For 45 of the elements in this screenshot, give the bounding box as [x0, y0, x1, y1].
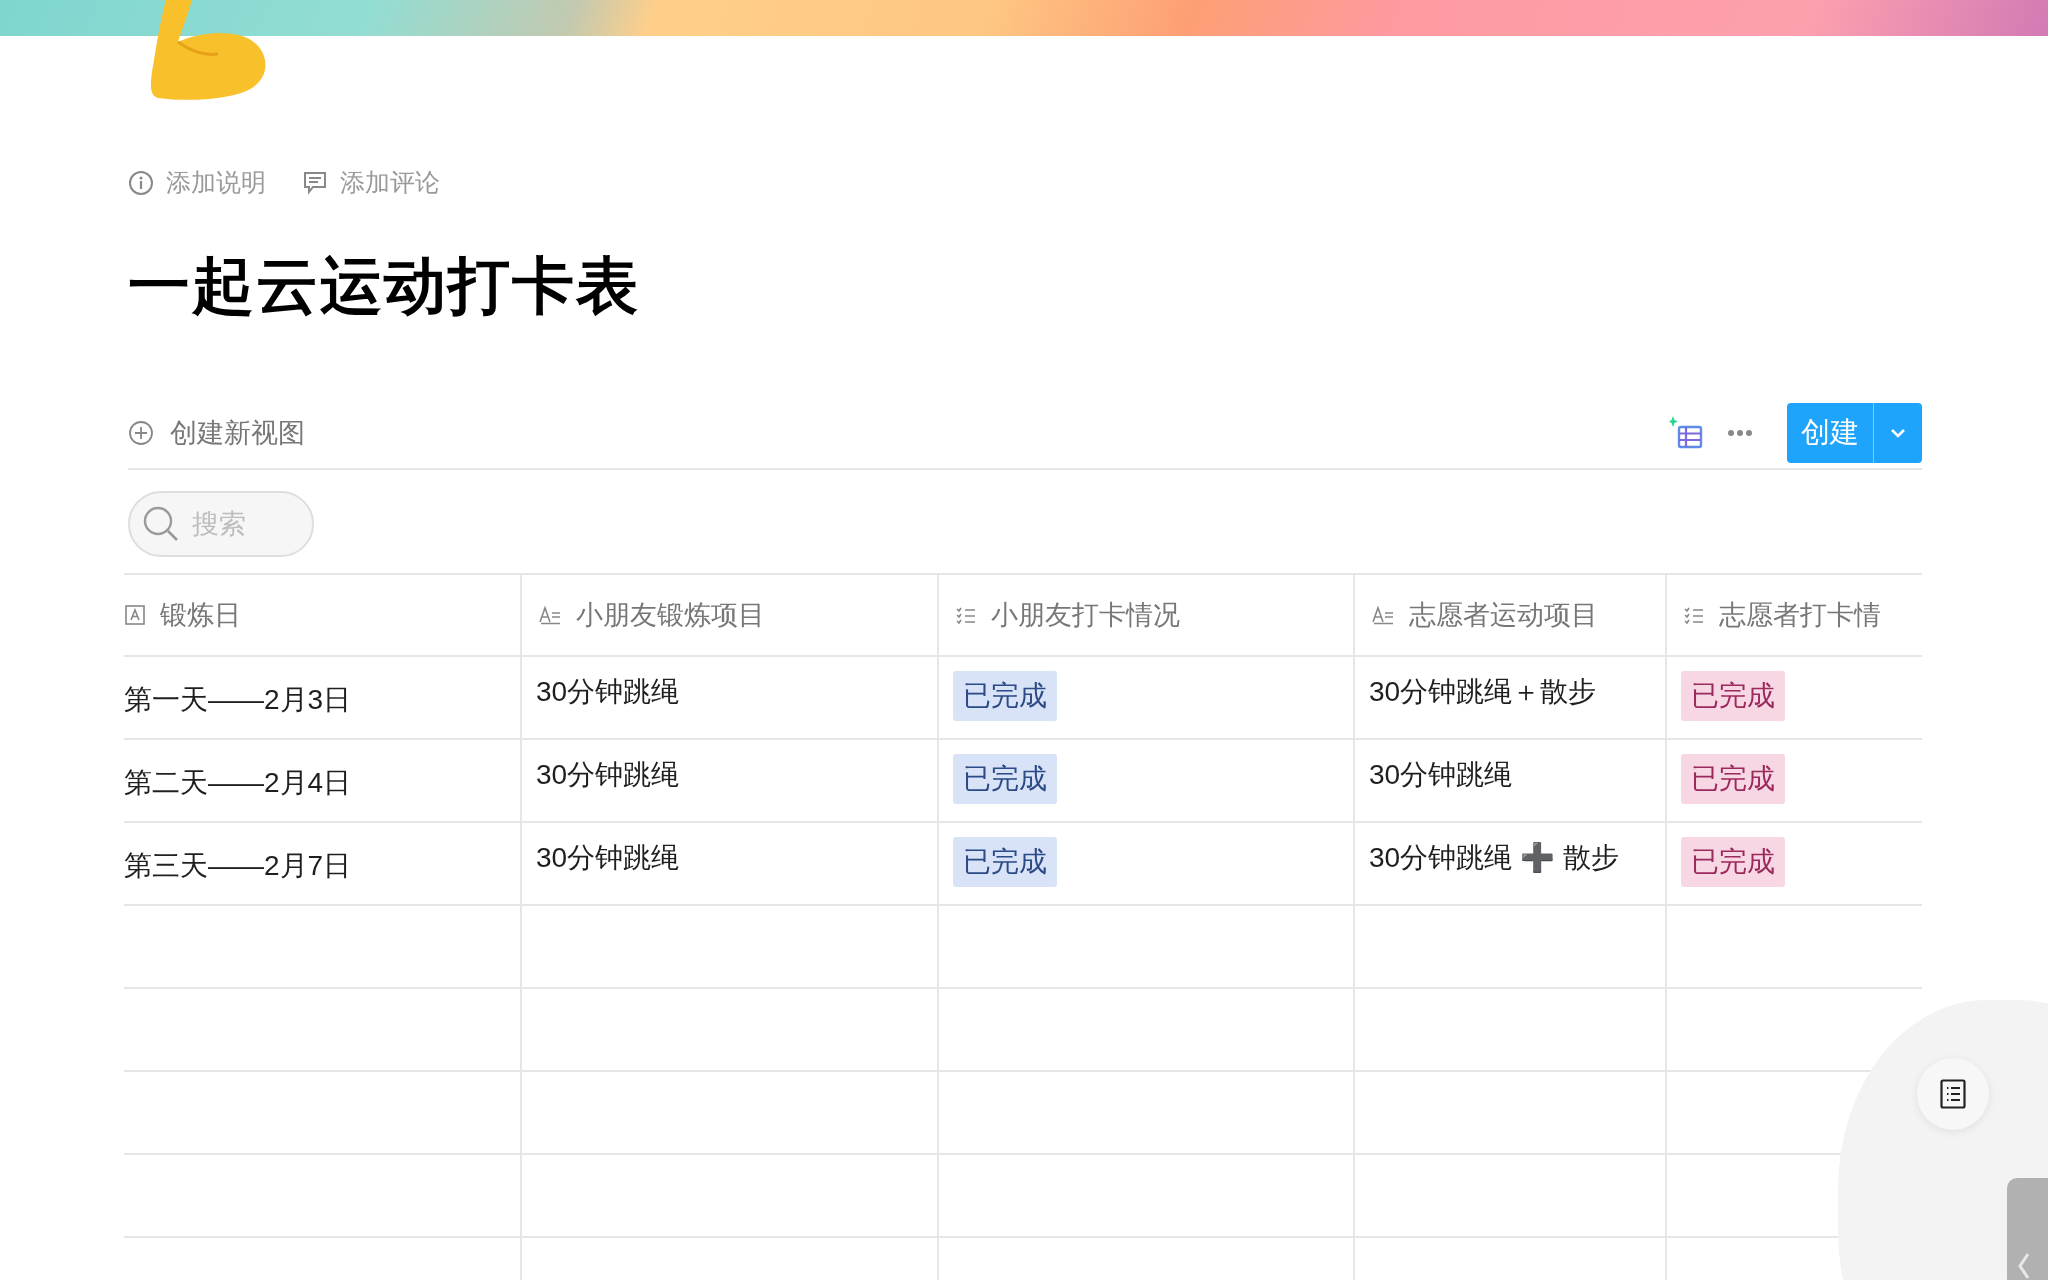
- search-icon: [142, 505, 180, 543]
- status-tag: 已完成: [1681, 837, 1785, 887]
- table-cell: 30分钟跳绳 ➕ 散步: [1369, 842, 1619, 873]
- column-title: 锻炼日: [160, 598, 241, 632]
- more-icon[interactable]: [1727, 429, 1753, 437]
- table-cell: 第三天——2月7日: [124, 850, 352, 881]
- table-cell: 第一天——2月3日: [124, 684, 352, 715]
- list-icon: [1940, 1079, 1966, 1109]
- table-cell: 30分钟跳绳: [1369, 759, 1513, 790]
- text-field-icon: [124, 604, 146, 626]
- new-view-button[interactable]: 创建新视图: [170, 412, 305, 454]
- comment-icon: [302, 170, 328, 196]
- add-icon: [128, 420, 154, 446]
- long-text-icon: [538, 605, 562, 625]
- column-header[interactable]: 志愿者运动项目: [1353, 575, 1665, 655]
- table-cell: 第二天——2月4日: [124, 767, 352, 798]
- info-icon: [128, 170, 154, 196]
- list-icon: [955, 605, 977, 625]
- side-panel-handle[interactable]: [2007, 1178, 2048, 1280]
- search-field[interactable]: 搜索: [128, 491, 314, 557]
- add-link[interactable]: 添加评论: [340, 164, 440, 202]
- column-title: 小朋友锻炼项目: [576, 598, 765, 632]
- status-tag: 已完成: [1681, 754, 1785, 804]
- table-cell: 30分钟跳绳: [536, 759, 680, 790]
- list-icon: [1683, 605, 1705, 625]
- column-header[interactable]: 小朋友打卡情况: [937, 575, 1353, 655]
- status-tag: 已完成: [1681, 671, 1785, 721]
- table-cell: 30分钟跳绳: [536, 676, 680, 707]
- column-title: 志愿者运动项目: [1409, 598, 1598, 632]
- table-cell: 30分钟跳绳＋散步: [1369, 676, 1597, 707]
- status-tag: 已完成: [953, 754, 1057, 804]
- column-title: 志愿者打卡情: [1719, 598, 1881, 632]
- table-cell: 30分钟跳绳: [536, 842, 680, 873]
- chevron-down-icon: [1889, 427, 1907, 439]
- chevron-left-icon: [2017, 1252, 2031, 1280]
- status-tag: 已完成: [953, 837, 1057, 887]
- add-link[interactable]: 添加说明: [166, 164, 266, 202]
- column-title: 小朋友打卡情况: [991, 598, 1180, 632]
- column-header[interactable]: 志愿者打卡情: [1665, 575, 1921, 655]
- column-header[interactable]: 小朋友锻炼项目: [520, 575, 937, 655]
- long-text-icon: [1371, 605, 1395, 625]
- page-title: 一起云运动打卡表: [128, 250, 641, 322]
- status-tag: 已完成: [953, 671, 1057, 721]
- column-header[interactable]: 锻炼日: [124, 575, 520, 655]
- table-icon[interactable]: [1669, 416, 1705, 450]
